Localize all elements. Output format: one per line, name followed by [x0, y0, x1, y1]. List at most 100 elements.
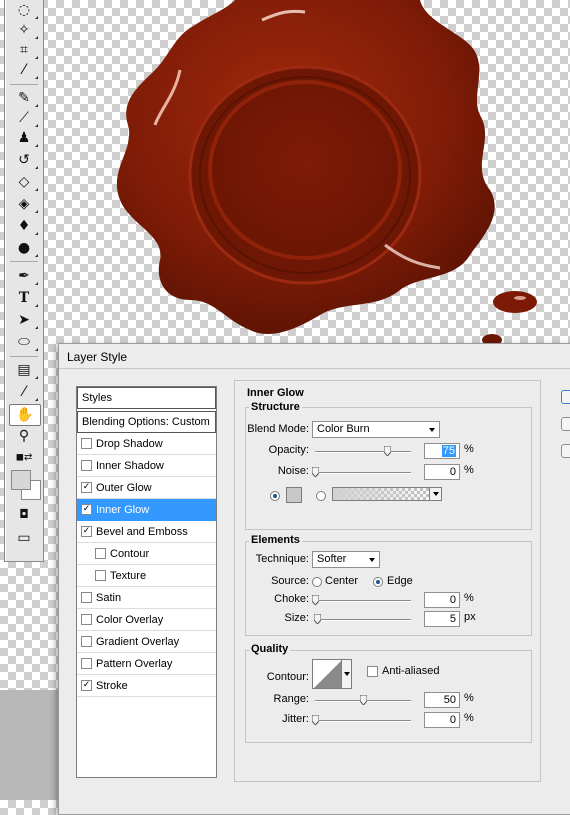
style-item-checkbox[interactable]: ✓: [81, 482, 92, 493]
eyedropper-icon[interactable]: ⁄: [9, 60, 39, 80]
blur-icon[interactable]: ♦: [9, 216, 39, 236]
choke-slider[interactable]: [312, 595, 411, 605]
title-divider: [59, 368, 570, 369]
style-item-gradient-overlay[interactable]: Gradient Overlay: [77, 631, 216, 653]
anti-aliased-checkbox[interactable]: [367, 666, 378, 677]
opacity-value: 75: [441, 445, 456, 457]
styles-header[interactable]: Styles: [77, 387, 216, 409]
choke-input[interactable]: 0: [424, 592, 460, 608]
brush-icon[interactable]: ⟋: [9, 108, 39, 128]
slider-thumb[interactable]: [313, 614, 321, 624]
style-item-checkbox[interactable]: ✓: [81, 680, 92, 691]
styles-header-label: Styles: [82, 392, 112, 404]
size-slider[interactable]: [313, 614, 411, 624]
style-item-satin[interactable]: Satin: [77, 587, 216, 609]
dialog-title: Layer Style: [67, 350, 128, 364]
style-item-inner-shadow[interactable]: Inner Shadow: [77, 455, 216, 477]
blending-options-item[interactable]: Blending Options: Custom: [77, 411, 216, 433]
range-input[interactable]: 50: [424, 692, 460, 708]
glow-gradient-picker[interactable]: [332, 487, 442, 501]
quality-title: Quality: [249, 643, 291, 655]
source-edge-radio[interactable]: [373, 577, 383, 587]
dodge-icon[interactable]: ●: [9, 238, 39, 258]
ok-button[interactable]: [561, 390, 570, 404]
jitter-input[interactable]: 0: [424, 712, 460, 728]
style-item-checkbox[interactable]: [81, 592, 92, 603]
structure-title: Structure: [249, 401, 302, 413]
style-item-checkbox[interactable]: [95, 548, 106, 559]
chevron-down-icon: [369, 558, 375, 562]
solid-color-radio[interactable]: [270, 491, 280, 501]
style-item-checkbox[interactable]: [81, 636, 92, 647]
history-brush-icon[interactable]: ↺: [9, 150, 39, 170]
ellipse-icon[interactable]: ⬭: [9, 332, 39, 352]
style-item-label: Gradient Overlay: [96, 635, 180, 648]
range-slider[interactable]: [315, 695, 411, 705]
quick-mask-icon[interactable]: ◘: [9, 504, 39, 524]
foreground-color-swatch[interactable]: [11, 470, 31, 490]
pen-icon[interactable]: ✒: [9, 266, 39, 286]
contour-dropdown-button[interactable]: [341, 660, 351, 688]
eyedropper-icon-2[interactable]: ⁄: [9, 382, 39, 402]
style-item-texture[interactable]: Texture: [77, 565, 216, 587]
style-item-stroke[interactable]: ✓ Stroke: [77, 675, 216, 697]
glow-color-swatch[interactable]: [286, 487, 302, 503]
source-center-radio[interactable]: [312, 577, 322, 587]
healing-brush-icon[interactable]: ✎: [9, 88, 39, 108]
noise-unit: %: [464, 464, 474, 476]
noise-slider[interactable]: [312, 467, 411, 477]
path-selection-icon[interactable]: ➤: [9, 310, 39, 330]
style-item-checkbox[interactable]: ✓: [81, 504, 92, 515]
slider-thumb[interactable]: [384, 446, 391, 456]
crop-icon[interactable]: ⌗: [9, 40, 39, 60]
blend-mode-select[interactable]: Color Burn: [312, 421, 440, 438]
lasso-icon[interactable]: ◌: [9, 0, 39, 20]
inner-glow-panel: Inner Glow Structure Blend Mode: Color B…: [234, 380, 541, 782]
slider-thumb[interactable]: [312, 595, 319, 605]
slider-thumb[interactable]: [312, 467, 319, 477]
noise-label: Noise:: [277, 465, 309, 477]
elements-title: Elements: [249, 534, 302, 546]
style-item-color-overlay[interactable]: Color Overlay: [77, 609, 216, 631]
new-style-button[interactable]: [561, 444, 570, 458]
slider-thumb[interactable]: [312, 715, 319, 725]
technique-select[interactable]: Softer: [312, 551, 380, 568]
cancel-button[interactable]: [561, 417, 570, 431]
style-item-inner-glow[interactable]: ✓ Inner Glow: [77, 499, 216, 521]
contour-picker[interactable]: [312, 659, 352, 689]
slider-thumb[interactable]: [360, 695, 367, 705]
toolbar-divider: [10, 84, 38, 85]
size-label: Size:: [284, 612, 309, 624]
style-item-pattern-overlay[interactable]: Pattern Overlay: [77, 653, 216, 675]
style-item-checkbox[interactable]: ✓: [81, 526, 92, 537]
gradient-radio[interactable]: [316, 491, 326, 501]
style-item-label: Inner Glow: [96, 503, 150, 516]
style-item-drop-shadow[interactable]: Drop Shadow: [77, 433, 216, 455]
magic-wand-icon[interactable]: ✧: [9, 20, 39, 40]
style-item-contour[interactable]: Contour: [77, 543, 216, 565]
screen-mode-icon[interactable]: ▭: [9, 528, 39, 548]
style-item-checkbox[interactable]: [81, 658, 92, 669]
anti-aliased-label: Anti-aliased: [382, 665, 440, 677]
opacity-slider[interactable]: [315, 446, 411, 456]
style-item-outer-glow[interactable]: ✓ Outer Glow: [77, 477, 216, 499]
blend-mode-label: Blend Mode:: [247, 423, 309, 435]
notes-icon[interactable]: ▤: [9, 360, 39, 380]
paint-bucket-icon[interactable]: ◈: [9, 194, 39, 214]
style-item-checkbox[interactable]: [81, 614, 92, 625]
hand-icon[interactable]: ✋: [9, 404, 41, 426]
size-input[interactable]: 5: [424, 611, 460, 627]
opacity-input[interactable]: 75: [424, 443, 460, 459]
style-item-checkbox[interactable]: [81, 438, 92, 449]
jitter-slider[interactable]: [312, 715, 411, 725]
style-item-bevel-and-emboss[interactable]: ✓ Bevel and Emboss: [77, 521, 216, 543]
default-colors-icon[interactable]: ◼⇄: [9, 448, 39, 468]
eraser-icon[interactable]: ◇: [9, 172, 39, 192]
zoom-icon[interactable]: ⚲: [9, 426, 39, 446]
style-item-checkbox[interactable]: [95, 570, 106, 581]
gradient-dropdown-button[interactable]: [429, 488, 441, 500]
noise-input[interactable]: 0: [424, 464, 460, 480]
clone-stamp-icon[interactable]: ♟: [9, 128, 39, 148]
style-item-checkbox[interactable]: [81, 460, 92, 471]
type-icon[interactable]: T: [9, 288, 39, 308]
